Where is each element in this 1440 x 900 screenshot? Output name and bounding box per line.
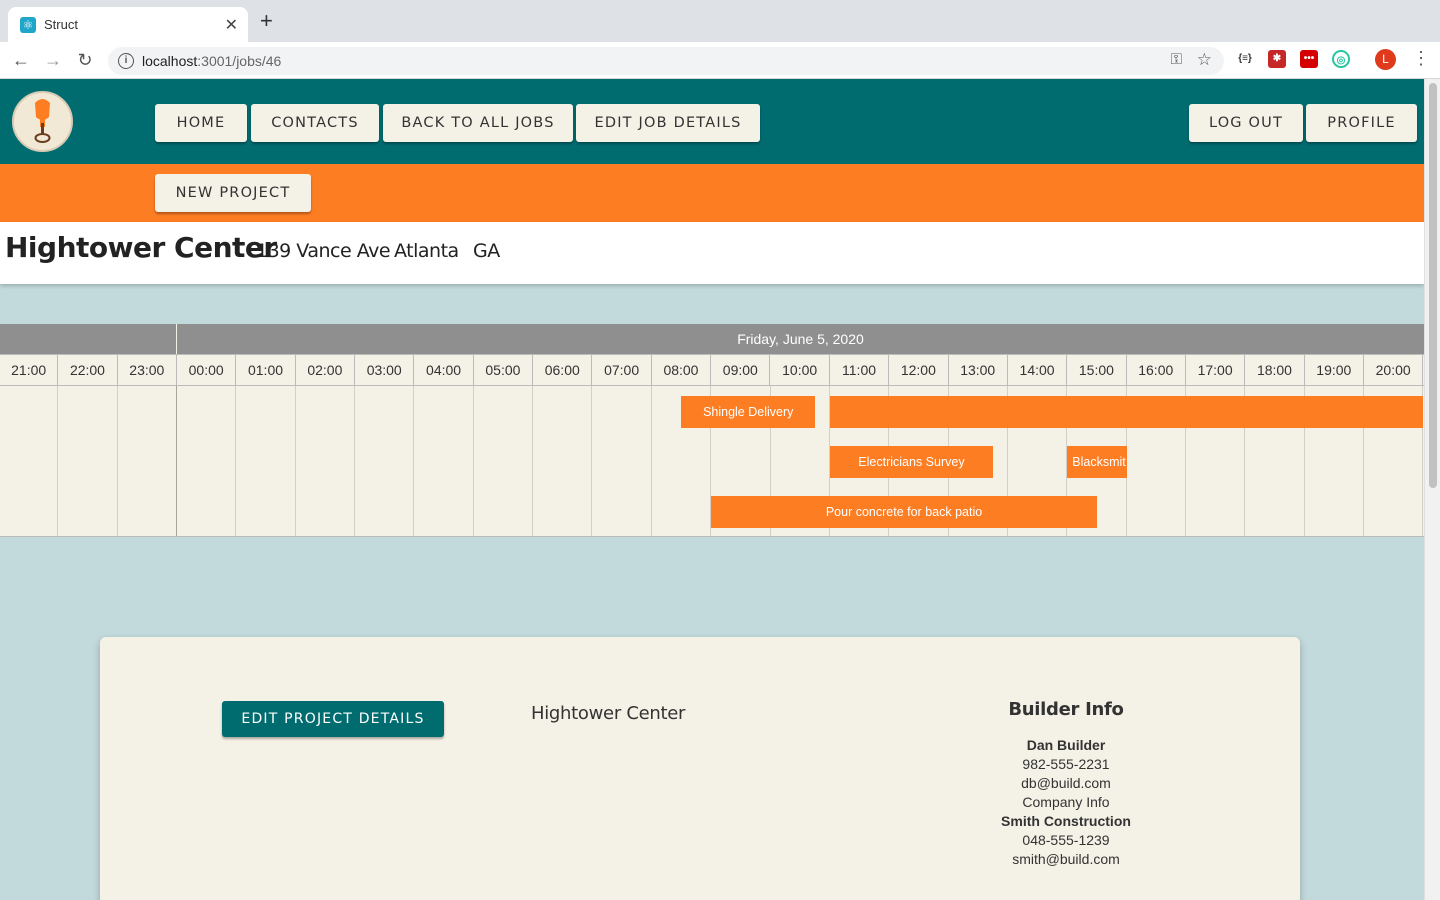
timeline-grid-line: [532, 386, 534, 536]
timeline-hours-row: 21:00 22:00 23:00 00:00 01:00 02:00 03:00 04:00…: [0, 354, 1424, 386]
timeline-hour-label: 05:00: [474, 355, 534, 385]
app-page: HOME CONTACTS BACK TO ALL JOBS EDIT JOB …: [0, 79, 1424, 900]
new-tab-icon[interactable]: +: [260, 10, 273, 32]
key-icon[interactable]: ⚿: [1171, 51, 1182, 68]
timeline-hour-label: 21:00: [0, 355, 59, 385]
edit-project-details-button[interactable]: EDIT PROJECT DETAILS: [222, 701, 444, 737]
builder-info: Builder Info Dan Builder 982-555-2231 db…: [966, 699, 1166, 869]
timeline-body: Shingle Delivery Electricians Survey Black…: [0, 386, 1424, 536]
timeline-grid-line: [116, 386, 118, 536]
page-title: Hightower Center: [5, 231, 277, 264]
shovel-logo-icon[interactable]: [12, 91, 73, 152]
timeline-prev-day-header: [0, 324, 176, 354]
company-info-heading: Company Info: [1022, 794, 1110, 810]
job-city: Atlanta: [394, 240, 459, 262]
home-button[interactable]: HOME: [155, 104, 247, 142]
timeline-hour-label: 07:00: [592, 355, 652, 385]
timeline-hour-label: 16:00: [1127, 355, 1186, 385]
timeline-hour-label: 06:00: [533, 355, 593, 385]
url-host: localhost: [142, 53, 198, 69]
json-extension-icon[interactable]: {≡}: [1236, 50, 1254, 68]
timeline-hour-label: 09:00: [711, 355, 771, 385]
timeline-grid-line: [235, 386, 237, 536]
top-navbar: HOME CONTACTS BACK TO ALL JOBS EDIT JOB …: [0, 79, 1424, 164]
timeline-hour-label: 12:00: [889, 355, 949, 385]
timeline-hour-label: 19:00: [1305, 355, 1364, 385]
timeline-hour-label: 23:00: [118, 355, 177, 385]
timeline-grid-line: [176, 386, 177, 536]
timeline-event[interactable]: Blacksmit: [1067, 446, 1127, 478]
timeline-hour-label: 02:00: [296, 355, 356, 385]
log-out-button[interactable]: LOG OUT: [1189, 104, 1303, 142]
schedule-timeline: Friday, June 5, 2020 21:00 22:00 23:00 00:0…: [0, 324, 1424, 537]
edit-job-details-button[interactable]: EDIT JOB DETAILS: [576, 104, 760, 142]
address-url: localhost:3001/jobs/46: [142, 53, 281, 69]
timeline-event[interactable]: Electricians Survey: [829, 446, 994, 478]
builder-email: db@build.com: [1021, 775, 1111, 791]
timeline-grid-line: [57, 386, 59, 536]
timeline-hour-label: 04:00: [414, 355, 474, 385]
page-scrollbar[interactable]: [1424, 79, 1440, 900]
back-to-all-jobs-button[interactable]: BACK TO ALL JOBS: [383, 104, 573, 142]
new-project-button[interactable]: NEW PROJECT: [155, 174, 311, 212]
browser-tabstrip: ⚛ Struct ✕ +: [0, 0, 1440, 42]
job-state: GA: [473, 240, 500, 262]
timeline-hour-label: 08:00: [652, 355, 712, 385]
bookmark-star-icon[interactable]: ☆: [1197, 50, 1212, 70]
job-header: Hightower Center 139 Vance Ave Atlanta G…: [0, 222, 1424, 284]
job-street: 139 Vance Ave: [256, 240, 391, 262]
timeline-event[interactable]: Pour concrete for back patio: [711, 496, 1097, 528]
profile-button[interactable]: PROFILE: [1306, 104, 1417, 142]
company-email: smith@build.com: [1012, 851, 1120, 867]
timeline-hour-label: 14:00: [1008, 355, 1068, 385]
timeline-hour-label: 15:00: [1067, 355, 1127, 385]
timeline-grid-line: [650, 386, 652, 536]
timeline-hour-label: 01:00: [236, 355, 296, 385]
timeline-hour-label: 22:00: [58, 355, 118, 385]
timeline-hour-label: 03:00: [355, 355, 415, 385]
timeline-hour-label: 18:00: [1245, 355, 1305, 385]
timeline-grid-line: [294, 386, 296, 536]
timeline-grid-line: [354, 386, 356, 536]
contacts-button[interactable]: CONTACTS: [251, 104, 379, 142]
project-subnav: NEW PROJECT: [0, 164, 1424, 222]
url-path: :3001/jobs/46: [197, 53, 282, 69]
profile-avatar[interactable]: L: [1375, 49, 1396, 70]
close-tab-icon[interactable]: ✕: [225, 15, 238, 35]
address-bar[interactable]: i localhost:3001/jobs/46 ⚿ ☆: [108, 47, 1224, 75]
browser-tab[interactable]: ⚛ Struct ✕: [8, 7, 248, 42]
timeline-grid-line: [413, 386, 415, 536]
timeline-hour-label: 11:00: [830, 355, 890, 385]
timeline-hour-label: 20:00: [1364, 355, 1424, 385]
builder-info-title: Builder Info: [1008, 699, 1124, 720]
timeline-hour-label: 13:00: [949, 355, 1008, 385]
builder-phone: 982-555-2231: [1022, 756, 1110, 772]
extension-dots-icon[interactable]: •••: [1300, 50, 1318, 68]
timeline-hour-label: 17:00: [1186, 355, 1246, 385]
company-phone: 048-555-1239: [1022, 832, 1110, 848]
timeline-grid-line: [472, 386, 474, 536]
extension-red-icon[interactable]: ✱: [1268, 50, 1286, 68]
timeline-event[interactable]: [829, 396, 1424, 428]
builder-name: Dan Builder: [1026, 737, 1106, 753]
site-info-icon[interactable]: i: [118, 53, 134, 69]
project-details-card: EDIT PROJECT DETAILS Hightower Center Bu…: [100, 637, 1300, 900]
browser-menu-icon[interactable]: ⋮: [1412, 48, 1430, 69]
scrollbar-thumb[interactable]: [1429, 83, 1437, 488]
reload-icon[interactable]: ↻: [74, 49, 96, 71]
timeline-date-header: Friday, June 5, 2020: [177, 324, 1424, 354]
back-arrow-icon[interactable]: ←: [10, 49, 32, 71]
card-project-name: Hightower Center: [531, 703, 686, 724]
timeline-event[interactable]: Shingle Delivery: [681, 396, 815, 428]
tab-title: Struct: [44, 17, 78, 32]
timeline-hour-label: 10:00: [771, 355, 830, 385]
company-name: Smith Construction: [1001, 813, 1131, 829]
react-favicon-icon: ⚛: [20, 17, 36, 33]
browser-toolbar: ← → ↻ i localhost:3001/jobs/46 ⚿ ☆: [0, 42, 1440, 79]
timeline-grid-line: [591, 386, 593, 536]
forward-arrow-icon[interactable]: →: [42, 49, 64, 71]
extension-circle-icon[interactable]: ◎: [1332, 50, 1350, 68]
timeline-hour-label: 00:00: [177, 355, 237, 385]
